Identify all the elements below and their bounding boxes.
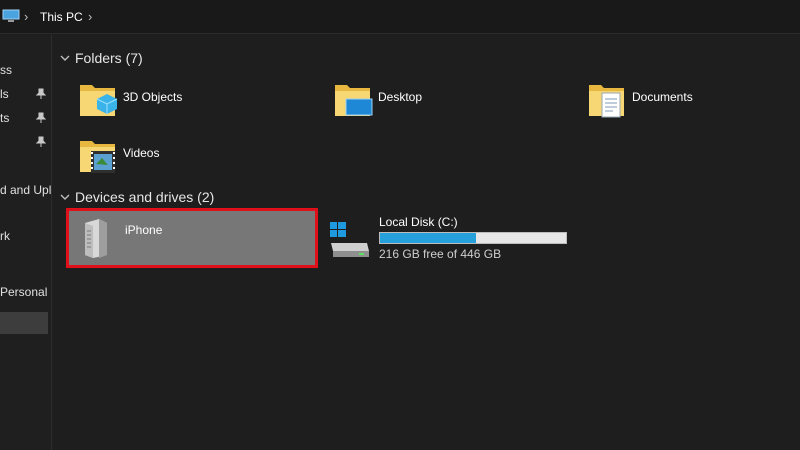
- disk-usage-bar: [379, 232, 567, 244]
- chevron-down-icon[interactable]: [59, 52, 71, 64]
- drive-tile-local-disk-c[interactable]: Local Disk (C:) 216 GB free of 446 GB: [327, 211, 587, 265]
- portable-device-icon: [85, 219, 107, 258]
- nav-item-onedrive-personal[interactable]: Personal: [0, 281, 51, 303]
- chevron-down-icon[interactable]: [59, 191, 71, 203]
- this-pc-icon: [2, 9, 20, 22]
- documents-folder-icon: [589, 85, 624, 118]
- nav-item-network[interactable]: rk: [0, 225, 51, 247]
- address-bar[interactable]: › This PC ›: [0, 0, 800, 34]
- pin-icon: [36, 136, 46, 147]
- desktop-folder-icon: [335, 85, 373, 116]
- nav-item-cloud[interactable]: d and Upl: [0, 179, 51, 201]
- pin-icon: [36, 112, 46, 123]
- nav-item-this-pc-selected[interactable]: [0, 312, 48, 334]
- group-header-devices-and-drives[interactable]: Devices and drives (2): [59, 187, 214, 207]
- folder-tile-documents[interactable]: Documents: [586, 77, 800, 129]
- nav-item-pinned-3[interactable]: [0, 131, 51, 153]
- breadcrumb-chevron-icon[interactable]: ›: [88, 9, 92, 24]
- device-tile-iphone[interactable]: iPhone: [66, 208, 318, 268]
- content-pane: Folders (7) 3D Objects Desktop Documents: [53, 35, 800, 450]
- breadcrumb-this-pc[interactable]: This PC: [40, 10, 83, 24]
- breadcrumb-chevron-icon[interactable]: ›: [24, 9, 28, 24]
- 3d-objects-folder-icon: [80, 85, 118, 116]
- disk-usage-fill: [380, 233, 476, 243]
- folder-tile-3d-objects[interactable]: 3D Objects: [77, 77, 317, 129]
- videos-folder-icon: [80, 141, 115, 173]
- folder-tile-videos[interactable]: Videos: [77, 133, 317, 185]
- nav-item-pinned-1[interactable]: ls: [0, 83, 51, 105]
- folder-tile-desktop[interactable]: Desktop: [332, 77, 572, 129]
- windows-drive-icon: [330, 222, 369, 257]
- group-header-folders[interactable]: Folders (7): [59, 48, 143, 68]
- nav-item-pinned-2[interactable]: ts: [0, 107, 51, 129]
- pin-icon: [36, 88, 46, 99]
- navigation-pane: ss ls ts d and Upl rk Personal: [0, 35, 52, 450]
- nav-item-quick-access[interactable]: ss: [0, 59, 51, 81]
